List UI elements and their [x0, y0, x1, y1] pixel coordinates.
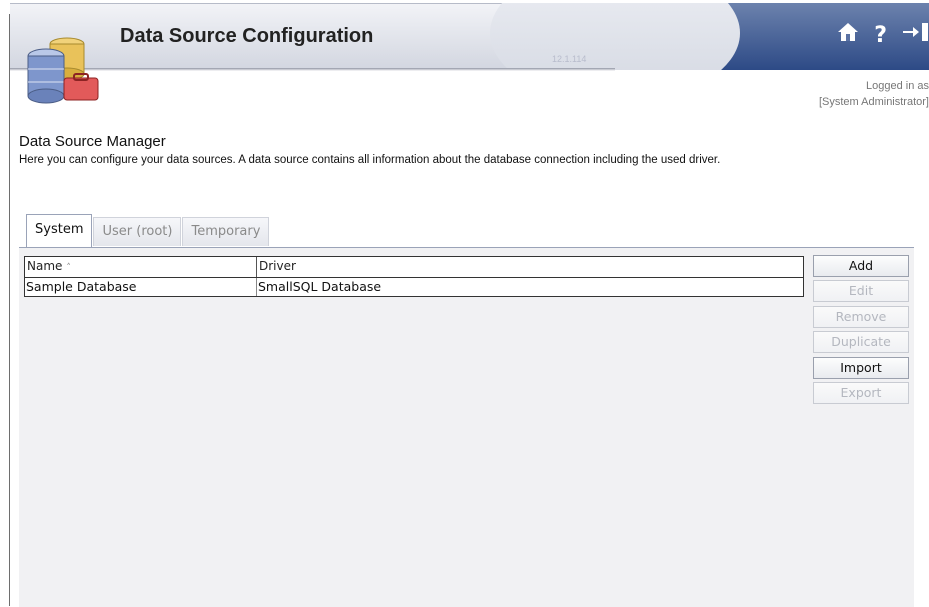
tab-user-root[interactable]: User (root): [93, 217, 182, 246]
database-logo-icon: [26, 36, 116, 106]
app-header: Data Source Configuration 12.1.114 ?: [10, 3, 929, 70]
login-label: Logged in as: [866, 80, 929, 92]
version-label: 12.1.114: [552, 54, 587, 64]
login-info: Logged in as [System Administrator]: [819, 78, 929, 110]
cell-name: Sample Database: [25, 278, 257, 296]
logout-icon[interactable]: [901, 21, 929, 50]
import-button[interactable]: Import: [813, 356, 909, 379]
column-header-name[interactable]: Name ˄: [25, 257, 257, 277]
login-user: [System Administrator]: [818, 96, 929, 108]
tab-panel: [19, 247, 914, 607]
table-row[interactable]: Sample Database SmallSQL Database: [24, 278, 804, 297]
page-title: Data Source Manager: [19, 133, 166, 150]
action-buttons: Add Edit Remove Duplicate Import Export: [813, 255, 909, 407]
remove-button[interactable]: Remove: [813, 305, 909, 328]
export-button[interactable]: Export: [813, 381, 909, 404]
home-icon[interactable]: [836, 21, 860, 50]
add-button[interactable]: Add: [813, 255, 909, 277]
data-source-table: Name ˄ Driver Sample Database SmallSQL Da…: [24, 256, 804, 297]
column-header-driver[interactable]: Driver: [257, 257, 803, 277]
tab-temporary[interactable]: Temporary: [182, 217, 270, 246]
app-title: Data Source Configuration: [120, 25, 374, 47]
help-icon[interactable]: ?: [874, 23, 887, 49]
duplicate-button[interactable]: Duplicate: [813, 331, 909, 354]
header-toolbar: ?: [836, 21, 929, 50]
sort-icon: ˄: [66, 263, 71, 273]
table-header: Name ˄ Driver: [24, 256, 804, 278]
page-description: Here you can configure your data sources…: [19, 154, 721, 166]
cell-driver: SmallSQL Database: [258, 279, 382, 294]
tab-system[interactable]: System: [26, 214, 93, 247]
edit-button[interactable]: Edit: [813, 280, 909, 303]
window-left-border: [9, 14, 10, 606]
tab-bar: System User (root) Temporary: [26, 213, 270, 247]
